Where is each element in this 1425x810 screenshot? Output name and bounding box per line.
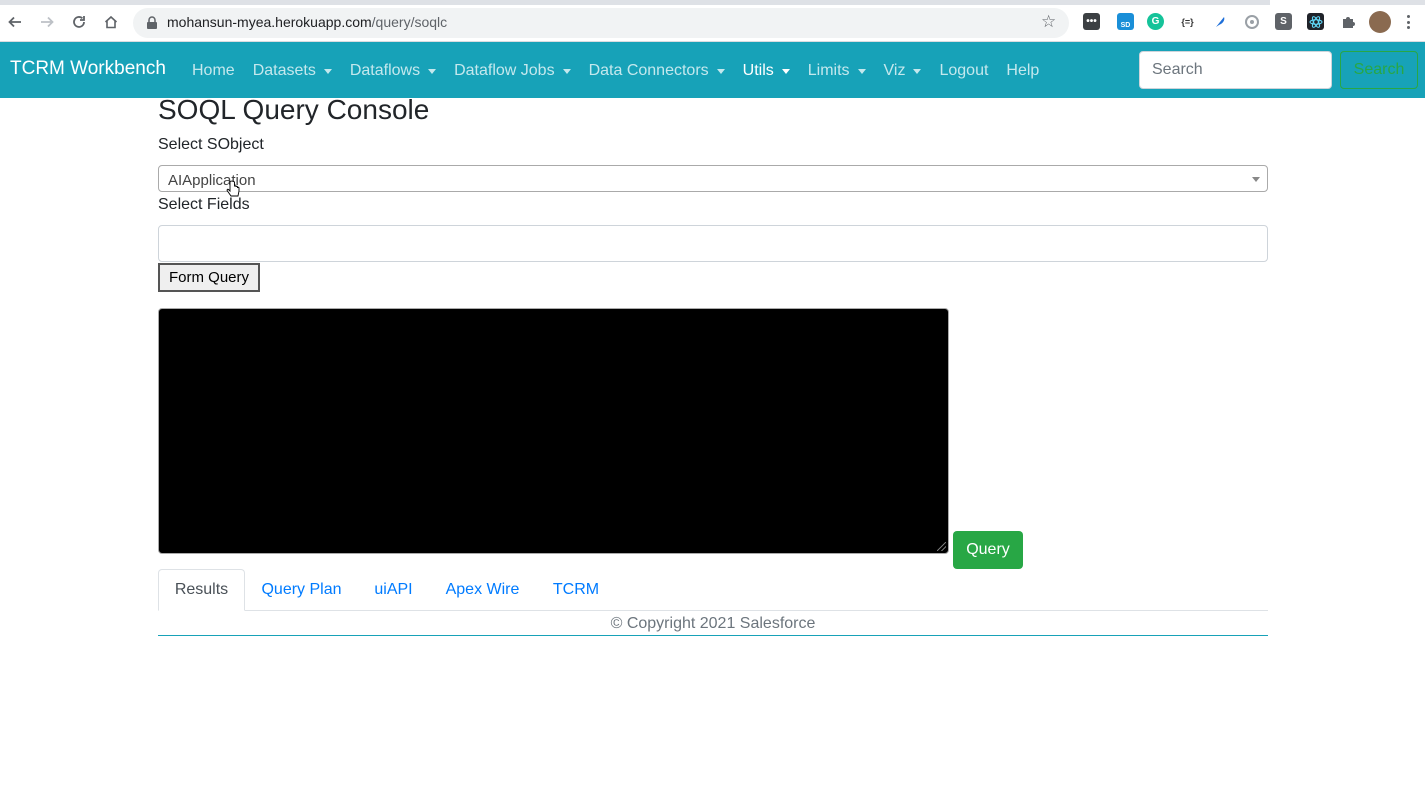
copyright-text: © Copyright 2021 Salesforce (610, 615, 816, 632)
tab-apex-wire[interactable]: Apex Wire (429, 569, 536, 611)
caret-down-icon (781, 68, 790, 74)
back-icon[interactable] (5, 12, 25, 32)
lock-icon (147, 16, 157, 29)
reload-icon[interactable] (69, 12, 89, 32)
home-icon[interactable] (101, 12, 121, 32)
nav-limits[interactable]: Limits (799, 62, 875, 80)
query-editor[interactable] (158, 308, 949, 554)
tab-strip (0, 0, 1270, 5)
react-icon[interactable] (1307, 13, 1324, 30)
nav-datasets[interactable]: Datasets (244, 62, 341, 80)
salesforce-icon[interactable]: SD (1117, 13, 1134, 30)
s-icon[interactable]: S (1275, 13, 1292, 30)
nav-logout[interactable]: Logout (930, 62, 997, 80)
caret-down-icon (562, 68, 571, 74)
chevron-down-icon (1252, 177, 1260, 182)
select-sobject-label: Select SObject (158, 136, 264, 153)
caret-down-icon (913, 68, 922, 74)
tab-results[interactable]: Results (158, 569, 245, 611)
form-query-button[interactable]: Form Query (158, 263, 260, 292)
nav-dataflows[interactable]: Dataflows (341, 62, 445, 80)
nav-viz[interactable]: Viz (875, 62, 931, 80)
feather-icon[interactable] (1211, 13, 1228, 30)
tab-tcrm[interactable]: TCRM (536, 569, 616, 611)
json-icon[interactable]: {=} (1179, 13, 1196, 30)
fields-multiselect[interactable] (158, 225, 1268, 262)
forward-icon[interactable] (37, 12, 57, 32)
nav-dataflow-jobs[interactable]: Dataflow Jobs (445, 62, 580, 80)
resize-handle-icon[interactable] (937, 542, 946, 551)
nav-utils[interactable]: Utils (734, 62, 799, 80)
search-button[interactable]: Search (1340, 51, 1418, 89)
nav-help[interactable]: Help (997, 62, 1048, 80)
footer: © Copyright 2021 Salesforce (158, 612, 1268, 636)
sobject-select[interactable]: AIApplication (158, 165, 1268, 192)
page-title: SOQL Query Console (158, 94, 430, 125)
tab-strip (1310, 0, 1425, 5)
grammarly-icon[interactable]: G (1147, 13, 1164, 30)
browser-menu-icon[interactable] (1405, 12, 1411, 32)
avatar[interactable] (1369, 11, 1391, 33)
puzzle-icon[interactable] (1339, 13, 1356, 30)
nav-data-connectors[interactable]: Data Connectors (580, 62, 734, 80)
browser-toolbar: mohansun-myea.herokuapp.com/query/soqlc … (0, 0, 1425, 42)
caret-down-icon (323, 68, 332, 74)
nav-home[interactable]: Home (183, 62, 244, 80)
query-button[interactable]: Query (953, 531, 1023, 569)
sobject-select-value: AIApplication (168, 172, 256, 189)
nav-menu: Home Datasets Dataflows Dataflow Jobs Da… (183, 60, 1048, 82)
gear-icon[interactable] (1243, 13, 1260, 30)
tab-uiapi[interactable]: uiAPI (358, 569, 429, 611)
tab-query-plan[interactable]: Query Plan (245, 569, 358, 611)
extension-icon[interactable]: ••• (1083, 13, 1100, 30)
select-fields-label: Select Fields (158, 196, 250, 213)
caret-down-icon (857, 68, 866, 74)
hand-cursor-icon (226, 180, 240, 197)
bookmark-star-icon[interactable]: ☆ (1041, 12, 1056, 32)
caret-down-icon (716, 68, 725, 74)
search-input[interactable] (1139, 51, 1332, 89)
caret-down-icon (428, 68, 437, 74)
result-tabs: Results Query Plan uiAPI Apex Wire TCRM (158, 569, 1268, 611)
navbar-brand[interactable]: TCRM Workbench (10, 58, 166, 80)
url-text[interactable]: mohansun-myea.herokuapp.com/query/soqlc (167, 14, 447, 30)
